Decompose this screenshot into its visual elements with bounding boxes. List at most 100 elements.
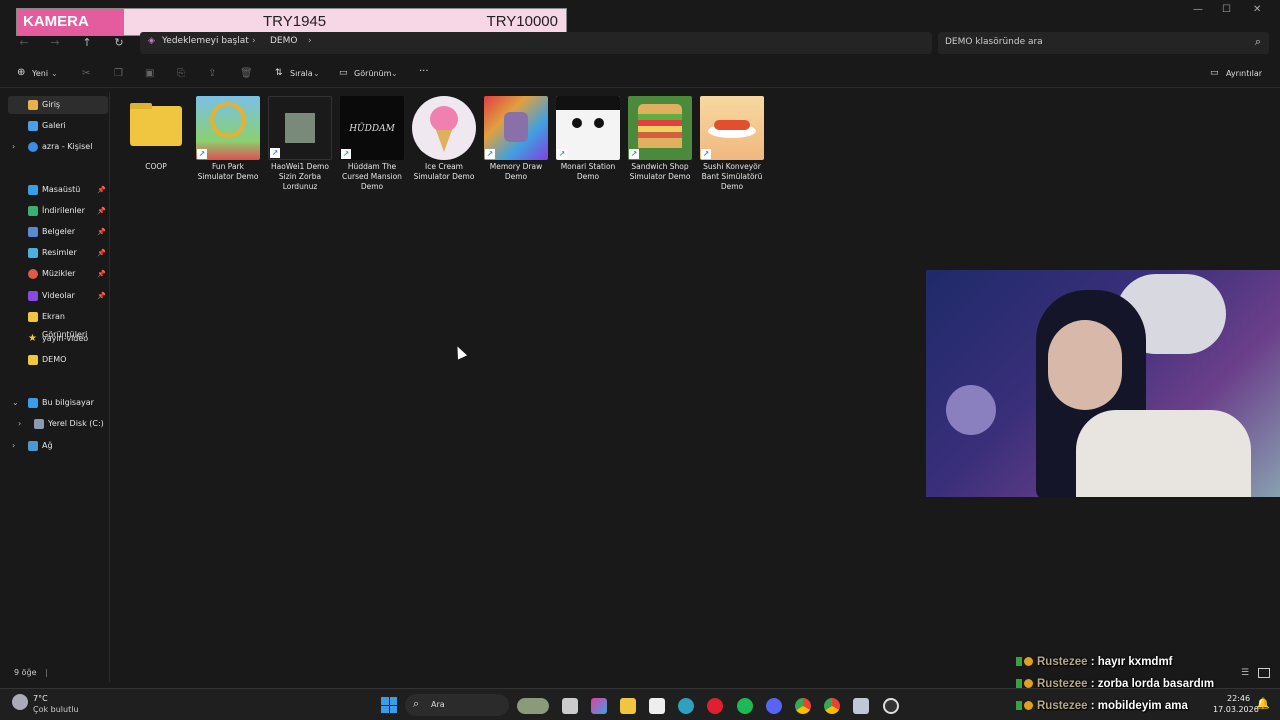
videos-icon [28,291,38,301]
sidebar-item-label: İndirilenler [42,206,85,215]
more-button[interactable]: ··· [419,66,429,77]
sidebar-item-pictures[interactable]: Resimler 📌 [8,244,108,262]
paste-icon[interactable]: ▣ [145,68,154,79]
search-input[interactable]: DEMO klasöründe ara [945,37,1043,47]
chat-user: Rustezee [1037,700,1088,712]
sidebar-item-onedrive[interactable]: › azra - Kişisel [8,138,108,156]
taskbar-search[interactable]: ⌕ Ara [405,694,509,716]
up-icon[interactable]: ↑ [77,33,97,53]
obs-icon[interactable] [883,698,899,714]
refresh-icon[interactable]: ↻ [109,33,129,53]
clock-time[interactable]: 22:46 [1227,694,1250,703]
share-icon[interactable]: ⇪ [208,68,216,79]
pin-icon: 📌 [97,292,106,300]
sidebar-item-network[interactable]: › Ağ [8,437,108,455]
shortcut-icon: ↗ [557,149,567,159]
search-box[interactable]: DEMO klasöründe ara ⌕ [938,32,1269,54]
webcam-overlay [926,270,1280,497]
minimize-icon[interactable]: — [1193,4,1203,15]
file-item[interactable]: ↗ HaoWei1 Demo Sizin Zorba Lordunuz [267,96,333,192]
details-view-icon[interactable]: ☰ [1241,668,1249,678]
task-view-icon[interactable] [562,698,578,714]
spotify-icon[interactable] [737,698,753,714]
file-item[interactable]: ↗ Ice Cream Simulator Demo [411,96,477,182]
cut-icon[interactable]: ✂ [82,68,90,79]
chevron-right-icon[interactable]: › [308,36,312,46]
sort-icon: ⇅ [275,68,283,78]
ice-cream-icon: ↗ [412,96,476,160]
copy-icon[interactable]: ❐ [114,68,123,79]
weather-temp[interactable]: 7°C [33,694,48,703]
copilot-icon[interactable] [591,698,607,714]
chevron-right-icon[interactable]: › [12,138,15,156]
sidebar-item-label: Videolar [42,291,75,300]
music-icon [28,269,38,279]
widget-icon[interactable] [517,698,549,714]
new-button[interactable]: Yeni [32,69,48,78]
chevron-right-icon[interactable]: › [18,415,21,433]
file-item[interactable]: ↗ Memory Draw Demo [483,96,549,182]
sidebar-item-this-pc[interactable]: ⌄ Bu bilgisayar [8,394,108,412]
shortcut-icon: ↗ [341,149,351,159]
opera-icon[interactable] [707,698,723,714]
shortcut-icon: ↗ [485,149,495,159]
file-item[interactable]: ↗ Fun Park Simulator Demo [195,96,261,182]
file-item[interactable]: ↗ Monari Station Demo [555,96,621,182]
forward-icon[interactable]: → [45,33,65,53]
file-item[interactable]: ↗ Sandwich Shop Simulator Demo [627,96,693,182]
search-icon: ⌕ [413,697,420,710]
sidebar-item-screenshots[interactable]: Ekran Görüntüleri [8,308,108,339]
chevron-right-icon[interactable]: › [12,437,15,455]
view-button[interactable]: Görünüm [354,69,391,78]
tiles-view-icon[interactable] [1258,668,1270,678]
sidebar-item-documents[interactable]: Belgeler 📌 [8,223,108,241]
weather-icon[interactable] [12,694,28,710]
folder-icon [28,355,38,365]
sidebar-item-demo[interactable]: DEMO [8,351,108,369]
file-item[interactable]: COOP [123,96,189,172]
sidebar-item-music[interactable]: Müzikler 📌 [8,265,108,283]
store-icon[interactable] [649,698,665,714]
chrome-icon[interactable] [795,698,811,714]
sidebar-item-home[interactable]: Giriş [8,96,108,114]
start-icon[interactable] [381,697,397,713]
chevron-down-icon[interactable]: ⌄ [12,394,19,412]
badge-icon [1016,701,1022,711]
sidebar-item-videos[interactable]: Videolar 📌 [8,287,108,305]
discord-icon[interactable] [766,698,782,714]
weather-desc[interactable]: Çok bulutlu [33,705,79,714]
rename-icon[interactable]: ⎘ [177,68,185,79]
pin-icon: 📌 [97,270,106,278]
back-icon[interactable]: ← [14,33,34,53]
app-icon[interactable] [853,698,869,714]
badge-icon [1024,657,1033,667]
clock-date[interactable]: 17.03.2026 [1213,705,1259,714]
sidebar-item-local-disk[interactable]: › Yerel Disk (C:) [14,415,114,433]
address-bar[interactable]: ◈ Yedeklemeyi başlat › DEMO › [140,32,932,54]
download-icon [28,206,38,216]
breadcrumb-backup[interactable]: Yedeklemeyi başlat [162,36,249,46]
close-icon[interactable]: ✕ [1253,4,1261,15]
chrome-icon[interactable] [824,698,840,714]
breadcrumb-demo[interactable]: DEMO [270,36,297,46]
item-count: 9 öğe [14,668,37,677]
sidebar-item-stream-video[interactable]: ★ yayın-video [8,330,108,348]
delete-icon[interactable]: 🗑 [240,68,253,79]
sidebar-item-desktop[interactable]: Masaüstü 📌 [8,181,108,199]
status-bar: 9 öğe | [14,668,48,677]
sidebar-item-label: azra - Kişisel [42,142,93,151]
file-item[interactable]: ↗ Sushi Konveyör Bant Simülatörü Demo [699,96,765,192]
notification-icon[interactable]: 🔔 [1256,697,1270,710]
sidebar-item-downloads[interactable]: İndirilenler 📌 [8,202,108,220]
game-logo-text: HÜDDAM [349,124,395,134]
file-explorer-icon[interactable] [620,698,636,714]
sidebar-item-gallery[interactable]: Galeri [8,117,108,135]
sidebar-item-label: Müzikler [42,269,76,278]
details-button[interactable]: Ayrıntılar [1226,69,1262,78]
star-icon: ★ [28,333,37,344]
file-item[interactable]: HÜDDAM ↗ Hüddam The Cursed Mansion Demo [339,96,405,192]
edge-icon[interactable] [678,698,694,714]
chevron-down-icon: ⌄ [51,69,58,78]
sort-button[interactable]: Sırala [290,69,313,78]
maximize-icon[interactable]: ☐ [1222,4,1231,15]
